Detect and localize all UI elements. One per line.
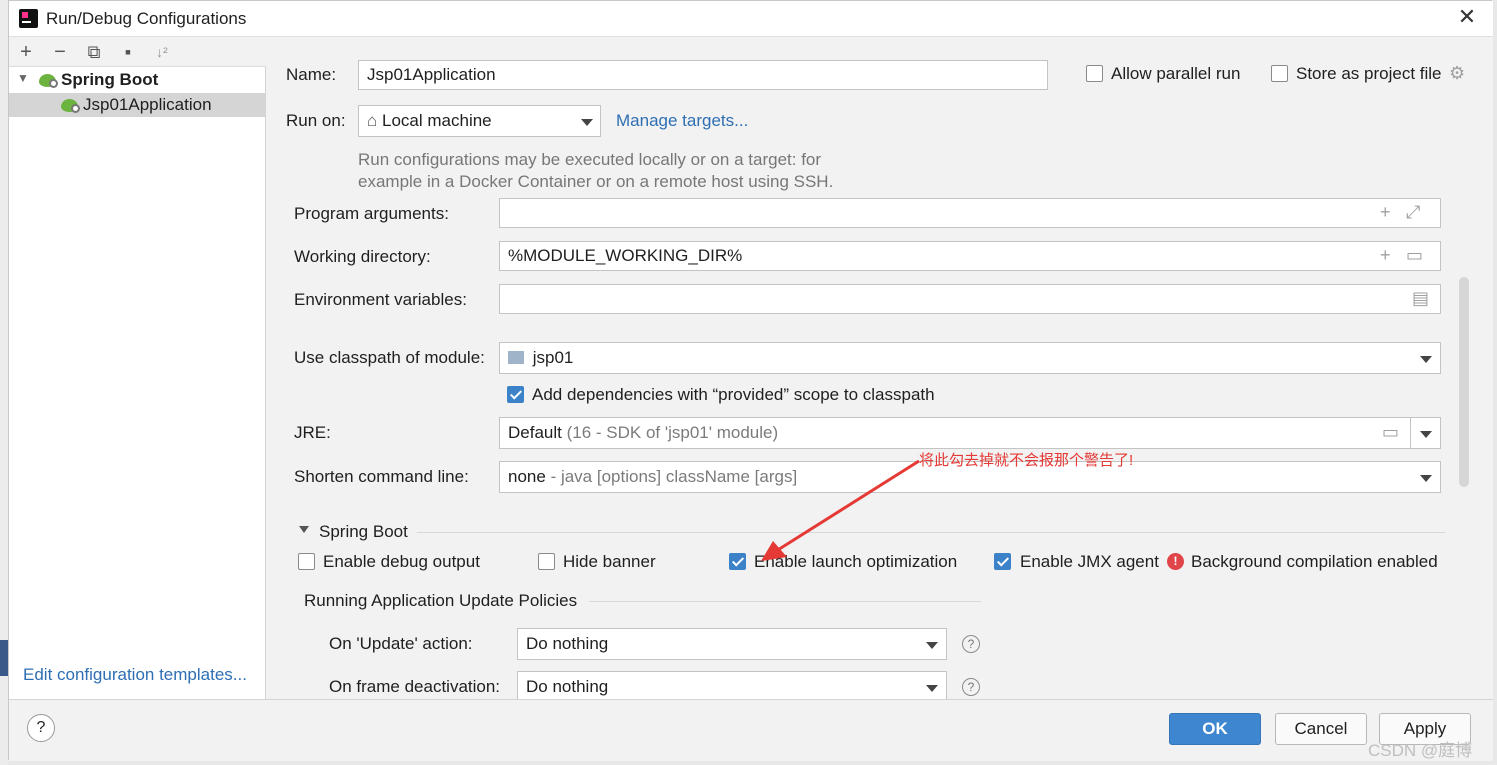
error-icon: ! (1167, 553, 1184, 570)
frame-deact-select[interactable]: Do nothing (517, 671, 947, 699)
chevron-down-icon (1420, 475, 1432, 482)
combo-divider (1410, 418, 1411, 448)
run-on-hint-line2: example in a Docker Container or on a re… (358, 172, 834, 191)
close-icon[interactable]: ✕ (1455, 5, 1479, 29)
document-icon[interactable]: ▤ (1412, 288, 1429, 308)
classpath-value: jsp01 (532, 348, 574, 367)
tree-group-label: Spring Boot (61, 70, 159, 89)
allow-parallel-checkbox[interactable] (1086, 65, 1103, 82)
folder-icon[interactable]: ▭ (1406, 245, 1423, 265)
shorten-value: none (508, 467, 546, 486)
copy-icon[interactable]: ⧉ (83, 41, 105, 63)
cancel-button[interactable]: Cancel (1275, 713, 1367, 745)
gear-icon (49, 79, 58, 88)
home-icon: ⌂ (367, 111, 378, 130)
chevron-down-icon[interactable]: ▼ (17, 71, 29, 85)
working-dir-value: %MODULE_WORKING_DIR% (508, 246, 743, 265)
add-deps-checkbox[interactable] (507, 386, 524, 403)
plus-icon[interactable]: + (1380, 202, 1391, 222)
tree-group-spring-boot[interactable]: ▼ Spring Boot (9, 68, 266, 92)
title-bar: Run/Debug Configurations ✕ (9, 1, 1493, 37)
working-dir-input[interactable]: %MODULE_WORKING_DIR% + ▭ (499, 241, 1441, 271)
jre-label: JRE: (294, 423, 331, 442)
frame-deact-value: Do nothing (526, 677, 609, 696)
jre-value: Default (508, 423, 562, 442)
name-label: Name: (286, 65, 337, 84)
hide-banner-label: Hide banner (563, 552, 656, 571)
ok-button[interactable]: OK (1169, 713, 1261, 745)
gear-icon (71, 104, 80, 113)
folder-icon[interactable]: ▪ (117, 41, 139, 63)
program-args-label: Program arguments: (294, 204, 449, 223)
module-icon (508, 351, 524, 364)
manage-targets-link[interactable]: Manage targets... (616, 111, 748, 131)
annotation-arrow (761, 459, 920, 561)
remove-icon[interactable]: − (49, 41, 71, 63)
chevron-down-icon (1420, 431, 1432, 438)
update-action-value: Do nothing (526, 634, 609, 653)
run-on-label: Run on: (286, 111, 346, 130)
hide-banner-checkbox[interactable] (538, 553, 555, 570)
shorten-label: Shorten command line: (294, 467, 469, 486)
program-args-input[interactable]: + ⤢ (499, 198, 1441, 228)
debug-output-label: Enable debug output (323, 552, 480, 571)
folder-icon[interactable]: ▭ (1382, 422, 1399, 442)
frame-deact-label: On frame deactivation: (329, 677, 501, 696)
tree-item-label: Jsp01Application (83, 95, 212, 114)
tree-item-jsp01application[interactable]: Jsp01Application (9, 93, 266, 117)
launch-optimization-checkbox[interactable] (729, 553, 746, 570)
gear-icon[interactable]: ⚙ (1449, 63, 1465, 84)
annotation-text: 将此勾去掉就不会报那个警告了! (919, 452, 1134, 469)
chevron-down-icon (581, 119, 593, 126)
run-on-hint-line1: Run configurations may be executed local… (358, 150, 822, 169)
jre-select[interactable]: Default (16 - SDK of 'jsp01' module) ▭ (499, 417, 1441, 449)
run-on-value: Local machine (382, 111, 492, 130)
run-on-select[interactable]: ⌂ Local machine (358, 105, 601, 137)
update-action-select[interactable]: Do nothing (517, 628, 947, 660)
update-action-label: On 'Update' action: (329, 634, 473, 653)
debug-output-checkbox[interactable] (298, 553, 315, 570)
classpath-label: Use classpath of module: (294, 348, 485, 367)
dialog-window: Run/Debug Configurations ✕ + − ⧉ ▪ ↓² ▼ … (8, 0, 1493, 761)
section-divider (417, 532, 1445, 533)
jmx-agent-label: Enable JMX agent (1020, 552, 1159, 571)
env-vars-input[interactable]: ▤ (499, 284, 1441, 314)
chevron-down-icon (926, 685, 938, 692)
jre-detail: (16 - SDK of 'jsp01' module) (566, 423, 779, 442)
help-icon[interactable]: ? (962, 678, 980, 696)
dialog-footer: ? OK Cancel Apply (9, 699, 1493, 761)
policies-divider (589, 601, 981, 602)
watermark: CSDN @庭博 (1368, 741, 1473, 760)
expand-icon[interactable]: ⤢ (1406, 202, 1420, 222)
env-vars-label: Environment variables: (294, 290, 467, 309)
store-project-label: Store as project file (1296, 64, 1442, 83)
chevron-down-icon (1420, 356, 1432, 363)
config-form-pane: Name: Jsp01Application Allow parallel ru… (267, 37, 1493, 699)
form-scrollbar[interactable] (1459, 277, 1469, 487)
working-dir-label: Working directory: (294, 247, 431, 266)
tree-toolbar: + − ⧉ ▪ ↓² (9, 37, 266, 67)
store-project-checkbox[interactable] (1271, 65, 1288, 82)
bg-compile-label: Background compilation enabled (1191, 552, 1438, 571)
spring-boot-section-title[interactable]: Spring Boot (319, 522, 408, 542)
edit-templates-link[interactable]: Edit configuration templates... (23, 665, 247, 685)
name-input[interactable]: Jsp01Application (358, 60, 1048, 90)
add-deps-label: Add dependencies with “provided” scope t… (532, 385, 935, 404)
sort-icon[interactable]: ↓² (151, 41, 173, 63)
intellij-icon (19, 9, 38, 28)
policies-title: Running Application Update Policies (304, 591, 578, 610)
add-icon[interactable]: + (15, 41, 37, 63)
plus-icon[interactable]: + (1380, 245, 1391, 265)
help-icon[interactable]: ? (962, 635, 980, 653)
config-tree-pane: + − ⧉ ▪ ↓² ▼ Spring Boot Jsp01Applicatio… (9, 37, 266, 699)
classpath-select[interactable]: jsp01 (499, 342, 1441, 374)
background-edge-bar (0, 640, 8, 676)
chevron-down-icon (926, 642, 938, 649)
chevron-down-icon[interactable] (299, 526, 309, 533)
allow-parallel-label: Allow parallel run (1111, 64, 1241, 83)
help-button[interactable]: ? (27, 714, 55, 742)
jmx-agent-checkbox[interactable] (994, 553, 1011, 570)
window-title: Run/Debug Configurations (46, 9, 247, 28)
